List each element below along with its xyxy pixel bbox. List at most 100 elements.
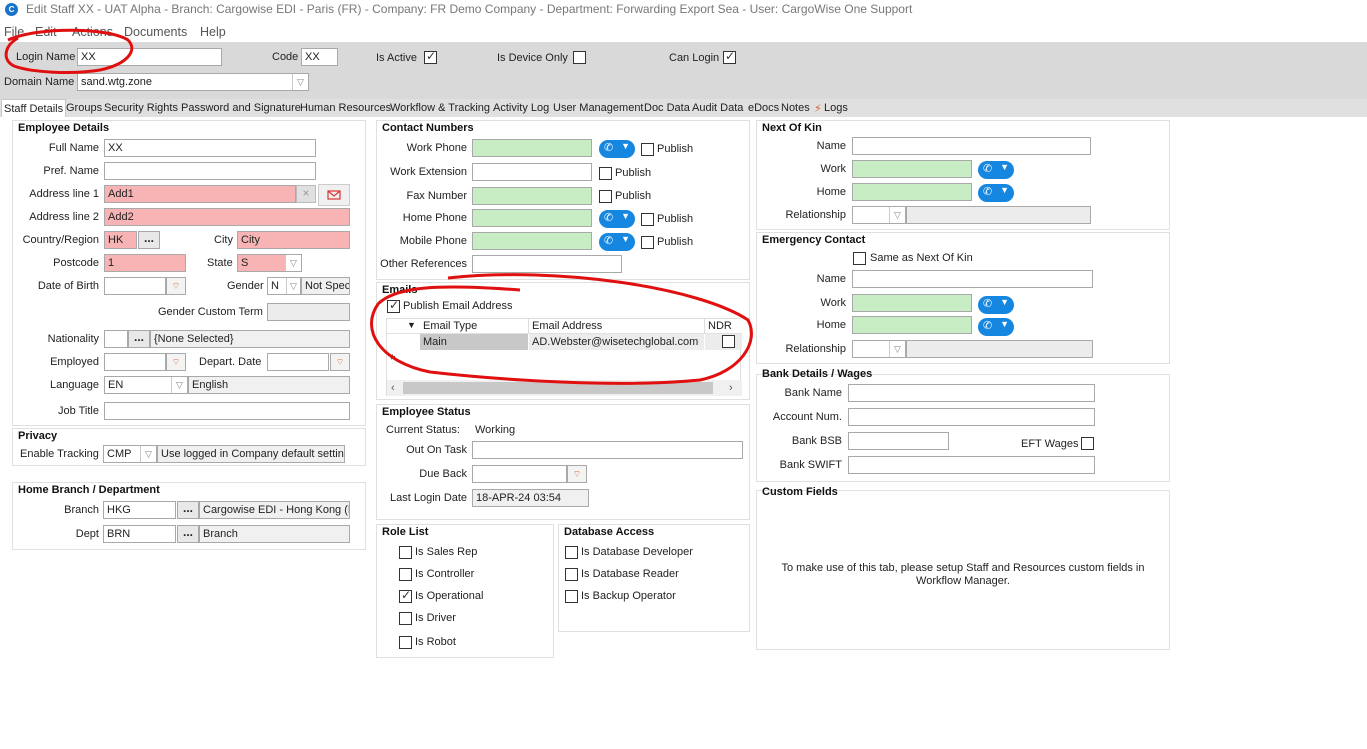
gender-custom-field[interactable] [267, 303, 350, 321]
home-phone-button[interactable]: ✆ ▼ [599, 210, 635, 228]
is-backup-operator-checkbox[interactable] [565, 590, 578, 603]
mobile-phone-button[interactable]: ✆ ▼ [599, 233, 635, 251]
calendar-icon[interactable]: ⌔ [166, 353, 186, 371]
tab-doc-data[interactable]: Doc Data [644, 102, 690, 114]
tab-user-management[interactable]: User Management [553, 102, 644, 114]
is-controller-checkbox[interactable] [399, 568, 412, 581]
country-field[interactable]: HK [104, 231, 137, 249]
mobile-phone-publish-checkbox[interactable] [641, 236, 654, 249]
home-phone-publish-checkbox[interactable] [641, 213, 654, 226]
nok-relationship-select[interactable]: ▽ [852, 206, 906, 224]
ec-home-field[interactable] [852, 316, 972, 334]
is-sales-rep-checkbox[interactable] [399, 546, 412, 559]
dept-lookup-button[interactable]: ... [177, 525, 199, 543]
email-type-cell[interactable]: Main [420, 334, 528, 350]
scroll-left-icon[interactable]: ‹ [391, 382, 395, 394]
fax-publish-checkbox[interactable] [599, 190, 612, 203]
ec-home-phone-button[interactable]: ✆ ▼ [978, 318, 1014, 336]
gender-select[interactable]: N ▽ [267, 277, 301, 295]
dob-field[interactable] [104, 277, 166, 295]
can-login-checkbox[interactable] [723, 49, 736, 64]
code-field[interactable]: XX [301, 48, 338, 66]
fax-number-field[interactable] [472, 187, 592, 205]
login-name-field[interactable]: XX [77, 48, 222, 66]
col-email-type[interactable]: Email Type [423, 320, 477, 332]
bank-swift-field[interactable] [848, 456, 1095, 474]
language-select[interactable]: EN ▽ [104, 376, 188, 394]
ndr-checkbox[interactable] [722, 335, 735, 348]
branch-field[interactable]: HKG [103, 501, 176, 519]
is-operational-checkbox[interactable] [399, 588, 412, 603]
menu-edit[interactable]: Edit [35, 25, 57, 39]
is-database-reader-checkbox[interactable] [565, 568, 578, 581]
nok-work-phone-button[interactable]: ✆ ▼ [978, 161, 1014, 179]
calendar-icon[interactable]: ⌔ [567, 465, 587, 483]
nok-home-phone-button[interactable]: ✆ ▼ [978, 184, 1014, 202]
bank-bsb-field[interactable] [848, 432, 949, 450]
bank-name-field[interactable] [848, 384, 1095, 402]
nationality-lookup-button[interactable]: ... [128, 330, 150, 348]
col-ndr[interactable]: NDR [708, 320, 732, 332]
mobile-phone-field[interactable] [472, 232, 592, 250]
nationality-field[interactable] [104, 330, 128, 348]
menu-file[interactable]: File [4, 25, 24, 39]
employed-field[interactable] [104, 353, 166, 371]
address2-field[interactable]: Add2 [104, 208, 350, 226]
is-database-developer-checkbox[interactable] [565, 546, 578, 559]
full-name-field[interactable]: XX [104, 139, 316, 157]
tab-edocs[interactable]: eDocs [748, 102, 779, 114]
city-field[interactable]: City [237, 231, 350, 249]
scroll-right-icon[interactable]: › [729, 382, 733, 394]
ec-name-field[interactable] [852, 270, 1093, 288]
calendar-icon[interactable]: ⌔ [330, 353, 350, 371]
branch-lookup-button[interactable]: ... [177, 501, 199, 519]
tab-audit-data[interactable]: Audit Data [692, 102, 743, 114]
pref-name-field[interactable] [104, 162, 316, 180]
dept-field[interactable]: BRN [103, 525, 176, 543]
tab-staff-details[interactable]: Staff Details [1, 99, 67, 117]
ec-work-field[interactable] [852, 294, 972, 312]
out-on-task-field[interactable] [472, 441, 743, 459]
tab-groups[interactable]: Groups [66, 102, 102, 114]
state-select[interactable]: S ▽ [237, 254, 302, 272]
tab-human-resources[interactable]: Human Resources [300, 102, 391, 114]
tab-security-rights[interactable]: Security Rights [104, 102, 178, 114]
publish-email-checkbox[interactable] [387, 298, 400, 313]
tab-password-signature[interactable]: Password and Signature [181, 102, 301, 114]
other-references-field[interactable] [472, 255, 622, 273]
is-active-checkbox[interactable] [424, 49, 437, 64]
domain-name-select[interactable]: sand.wtg.zone ▽ [77, 73, 309, 91]
postcode-field[interactable]: 1 [104, 254, 186, 272]
work-phone-field[interactable] [472, 139, 592, 157]
tab-logs[interactable]: Logs [824, 102, 848, 114]
table-row[interactable]: Main AD.Webster@wisetechglobal.com [387, 334, 742, 351]
tab-activity-log[interactable]: Activity Log [493, 102, 549, 114]
country-lookup-button[interactable]: ... [138, 231, 160, 249]
nok-name-field[interactable] [852, 137, 1091, 155]
account-num-field[interactable] [848, 408, 1095, 426]
calendar-icon[interactable]: ⌔ [166, 277, 186, 295]
eft-wages-checkbox[interactable] [1081, 437, 1094, 450]
is-driver-checkbox[interactable] [399, 612, 412, 625]
tracking-select[interactable]: CMP ▽ [103, 445, 157, 463]
ec-work-phone-button[interactable]: ✆ ▼ [978, 296, 1014, 314]
due-back-field[interactable] [472, 465, 567, 483]
ec-relationship-select[interactable]: ▽ [852, 340, 906, 358]
horizontal-scrollbar[interactable]: ‹ › [387, 380, 742, 396]
work-extension-field[interactable] [472, 163, 592, 181]
menu-actions[interactable]: Actions [72, 25, 113, 39]
mail-button[interactable] [318, 184, 350, 206]
email-address-cell[interactable]: AD.Webster@wisetechglobal.com [529, 334, 704, 350]
same-as-nok-checkbox[interactable] [853, 252, 866, 265]
nok-home-field[interactable] [852, 183, 972, 201]
menu-documents[interactable]: Documents [124, 25, 187, 39]
col-email-address[interactable]: Email Address [532, 320, 602, 332]
scrollbar-thumb[interactable] [403, 382, 713, 394]
is-device-only-checkbox[interactable] [573, 51, 586, 64]
nok-work-field[interactable] [852, 160, 972, 178]
is-robot-checkbox[interactable] [399, 636, 412, 649]
depart-date-field[interactable] [267, 353, 329, 371]
work-ext-publish-checkbox[interactable] [599, 167, 612, 180]
job-title-field[interactable] [104, 402, 350, 420]
work-phone-publish-checkbox[interactable] [641, 143, 654, 156]
